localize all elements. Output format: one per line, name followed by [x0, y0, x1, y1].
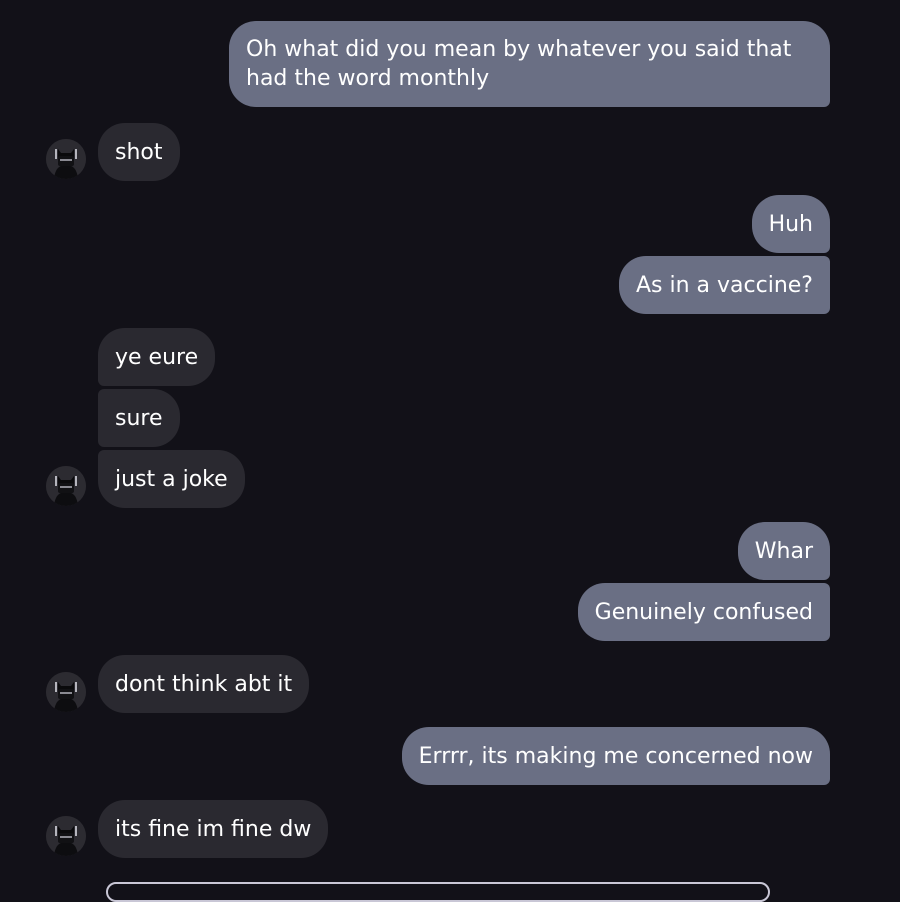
message-text: dont think abt it — [115, 671, 293, 697]
message-bubble-outgoing[interactable]: As in a vaccine? — [619, 256, 830, 314]
masked-figure-avatar-icon — [46, 816, 86, 856]
masked-figure-avatar-icon — [46, 466, 86, 506]
message-text: As in a vaccine? — [636, 272, 813, 298]
message-text: ye eure — [115, 344, 199, 370]
contact-avatar[interactable] — [46, 466, 86, 506]
message-text: shot — [115, 139, 163, 165]
message-text: Whar — [754, 538, 813, 564]
message-bubble-outgoing[interactable]: Oh what did you mean by whatever you sai… — [229, 21, 830, 107]
masked-figure-avatar-icon — [46, 139, 86, 179]
message-bubble-outgoing[interactable]: Genuinely confused — [577, 583, 830, 641]
contact-avatar[interactable] — [46, 672, 86, 712]
message-bubble-incoming[interactable]: ye eure — [98, 328, 216, 386]
message-bubble-outgoing[interactable]: Whar — [737, 522, 830, 580]
chat-thread: Oh what did you mean by whatever you sai… — [0, 0, 900, 902]
message-text: Huh — [768, 211, 813, 237]
contact-avatar[interactable] — [46, 816, 86, 856]
message-bubble-incoming[interactable]: shot — [98, 123, 180, 181]
message-bubble-outgoing[interactable]: Huh — [751, 195, 830, 253]
message-composer-edge[interactable] — [106, 882, 770, 902]
message-text: Oh what did you mean by whatever you sai… — [246, 37, 792, 91]
message-bubble-incoming[interactable]: dont think abt it — [98, 655, 310, 713]
message-bubble-incoming[interactable]: sure — [98, 389, 180, 447]
message-text: Genuinely confused — [594, 599, 813, 625]
message-bubble-incoming[interactable]: its fine im fine dw — [98, 800, 329, 858]
message-text: sure — [115, 405, 163, 431]
contact-avatar[interactable] — [46, 139, 86, 179]
message-bubble-incoming[interactable]: just a joke — [98, 450, 245, 508]
message-bubble-outgoing[interactable]: Errrr, its making me concerned now — [401, 727, 830, 785]
message-text: just a joke — [115, 466, 228, 492]
masked-figure-avatar-icon — [46, 672, 86, 712]
message-text: Errrr, its making me concerned now — [418, 743, 813, 769]
message-text: its fine im fine dw — [115, 816, 312, 842]
